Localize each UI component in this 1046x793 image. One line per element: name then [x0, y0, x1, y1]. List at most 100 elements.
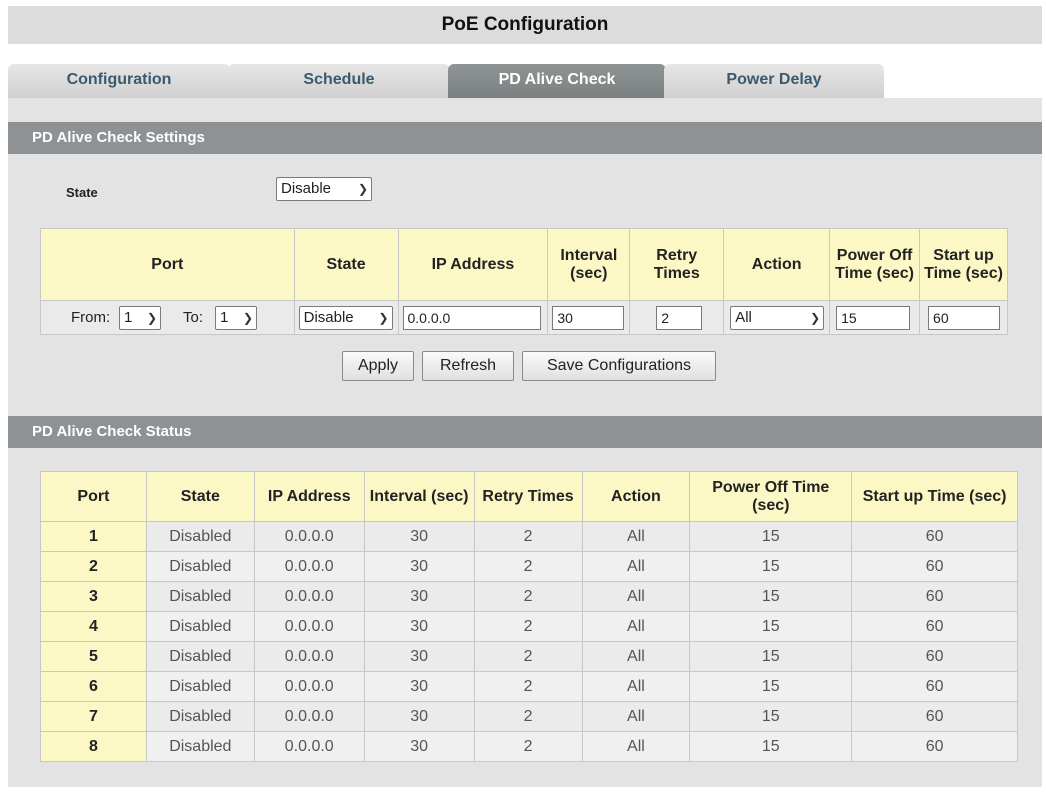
status-cell-interval: 30: [363, 611, 475, 642]
port-range-cell: From: 1 ❯ To: 1 ❯: [40, 300, 295, 335]
status-cell-state: Disabled: [145, 671, 255, 702]
global-state-select[interactable]: Disable ❯: [276, 177, 372, 201]
from-port-select[interactable]: 1 ❯: [119, 306, 161, 330]
status-cell-ip-address: 0.0.0.0: [253, 731, 365, 762]
chevron-down-icon: ❯: [242, 311, 253, 325]
power-off-time-input[interactable]: 15: [836, 306, 911, 330]
tab-bar: Configuration Schedule PD Alive Check Po…: [8, 64, 1042, 100]
status-cell-power-off-time: 15: [689, 641, 853, 672]
status-cell-port: 6: [40, 671, 147, 702]
page-title: PoE Configuration: [8, 6, 1042, 44]
col-action: Action: [723, 228, 831, 301]
startup-time-input[interactable]: 60: [928, 306, 1001, 330]
status-col-state: State: [145, 471, 255, 522]
status-cell-startup-time: 60: [851, 701, 1018, 732]
status-cell-interval: 30: [363, 701, 475, 732]
status-col-startup-time: Start up Time (sec): [851, 471, 1018, 522]
status-cell-power-off-time: 15: [689, 671, 853, 702]
status-cell-port: 8: [40, 731, 147, 762]
refresh-button[interactable]: Refresh: [422, 351, 514, 381]
table-row: 3 Disabled 0.0.0.0 30 2 All 15 60: [40, 581, 1018, 612]
row-state-select[interactable]: Disable ❯: [298, 306, 393, 330]
status-cell-retry-times: 2: [473, 611, 583, 642]
status-cell-state: Disabled: [145, 611, 255, 642]
col-startup-time: Start up Time (sec): [919, 228, 1008, 301]
status-cell-startup-time: 60: [851, 551, 1018, 582]
action-value: All: [735, 309, 752, 326]
table-row: 8 Disabled 0.0.0.0 30 2 All 15 60: [40, 731, 1018, 762]
status-cell-state: Disabled: [145, 641, 255, 672]
status-cell-port: 3: [40, 581, 147, 612]
status-cell-ip-address: 0.0.0.0: [253, 521, 365, 552]
status-cell-state: Disabled: [145, 731, 255, 762]
status-cell-power-off-time: 15: [689, 731, 853, 762]
status-cell-action: All: [581, 581, 691, 612]
status-cell-retry-times: 2: [473, 671, 583, 702]
startup-cell: 60: [919, 300, 1008, 335]
status-cell-interval: 30: [363, 731, 475, 762]
status-col-ip-address: IP Address: [253, 471, 365, 522]
chevron-down-icon: ❯: [810, 311, 821, 325]
action-cell: All ❯: [723, 300, 831, 335]
tab-power-delay[interactable]: Power Delay: [664, 64, 884, 100]
interval-input[interactable]: 30: [552, 306, 625, 330]
status-cell-port: 5: [40, 641, 147, 672]
tab-configuration[interactable]: Configuration: [8, 64, 230, 100]
to-port-value: 1: [220, 309, 229, 326]
status-cell-retry-times: 2: [473, 701, 583, 732]
status-cell-retry-times: 2: [473, 731, 583, 762]
save-configurations-button[interactable]: Save Configurations: [522, 351, 716, 381]
tab-schedule[interactable]: Schedule: [228, 64, 450, 100]
status-cell-power-off-time: 15: [689, 581, 853, 612]
status-col-retry-times: Retry Times: [473, 471, 583, 522]
ip-cell: 0.0.0.0: [397, 300, 549, 335]
status-cell-ip-address: 0.0.0.0: [253, 701, 365, 732]
status-cell-interval: 30: [363, 551, 475, 582]
status-cell-retry-times: 2: [473, 551, 583, 582]
status-cell-ip-address: 0.0.0.0: [253, 671, 365, 702]
state-label: State: [66, 185, 98, 200]
to-port-select[interactable]: 1 ❯: [215, 306, 257, 330]
status-cell-state: Disabled: [145, 551, 255, 582]
status-col-action: Action: [581, 471, 691, 522]
action-select[interactable]: All ❯: [730, 306, 825, 330]
ip-address-input[interactable]: 0.0.0.0: [402, 306, 541, 330]
col-retry-times: Retry Times: [629, 228, 725, 301]
status-cell-startup-time: 60: [851, 731, 1018, 762]
col-port: Port: [40, 228, 295, 301]
status-section-header: PD Alive Check Status: [8, 416, 1042, 448]
table-row: 1 Disabled 0.0.0.0 30 2 All 15 60: [40, 521, 1018, 552]
status-cell-retry-times: 2: [473, 581, 583, 612]
status-cell-action: All: [581, 521, 691, 552]
status-cell-action: All: [581, 701, 691, 732]
status-cell-startup-time: 60: [851, 641, 1018, 672]
state-cell: Disable ❯: [293, 300, 399, 335]
col-state: State: [293, 228, 399, 301]
status-cell-action: All: [581, 731, 691, 762]
status-cell-startup-time: 60: [851, 581, 1018, 612]
status-cell-ip-address: 0.0.0.0: [253, 641, 365, 672]
table-row: 5 Disabled 0.0.0.0 30 2 All 15 60: [40, 641, 1018, 672]
status-cell-interval: 30: [363, 641, 475, 672]
from-port-value: 1: [124, 309, 133, 326]
status-cell-state: Disabled: [145, 581, 255, 612]
status-cell-state: Disabled: [145, 701, 255, 732]
chevron-down-icon: ❯: [357, 182, 368, 196]
power-off-cell: 15: [829, 300, 921, 335]
status-cell-retry-times: 2: [473, 521, 583, 552]
status-cell-port: 4: [40, 611, 147, 642]
tab-pd-alive-check[interactable]: PD Alive Check: [448, 64, 666, 100]
status-cell-power-off-time: 15: [689, 521, 853, 552]
status-cell-startup-time: 60: [851, 611, 1018, 642]
status-col-port: Port: [40, 471, 147, 522]
col-interval: Interval (sec): [547, 228, 631, 301]
interval-cell: 30: [547, 300, 631, 335]
retry-times-input[interactable]: 2: [656, 306, 703, 330]
table-row: 7 Disabled 0.0.0.0 30 2 All 15 60: [40, 701, 1018, 732]
chevron-down-icon: ❯: [378, 311, 389, 325]
apply-button[interactable]: Apply: [342, 351, 414, 381]
settings-table: Port State IP Address Interval (sec) Ret…: [40, 228, 1008, 335]
status-cell-interval: 30: [363, 581, 475, 612]
status-cell-startup-time: 60: [851, 521, 1018, 552]
status-cell-power-off-time: 15: [689, 701, 853, 732]
